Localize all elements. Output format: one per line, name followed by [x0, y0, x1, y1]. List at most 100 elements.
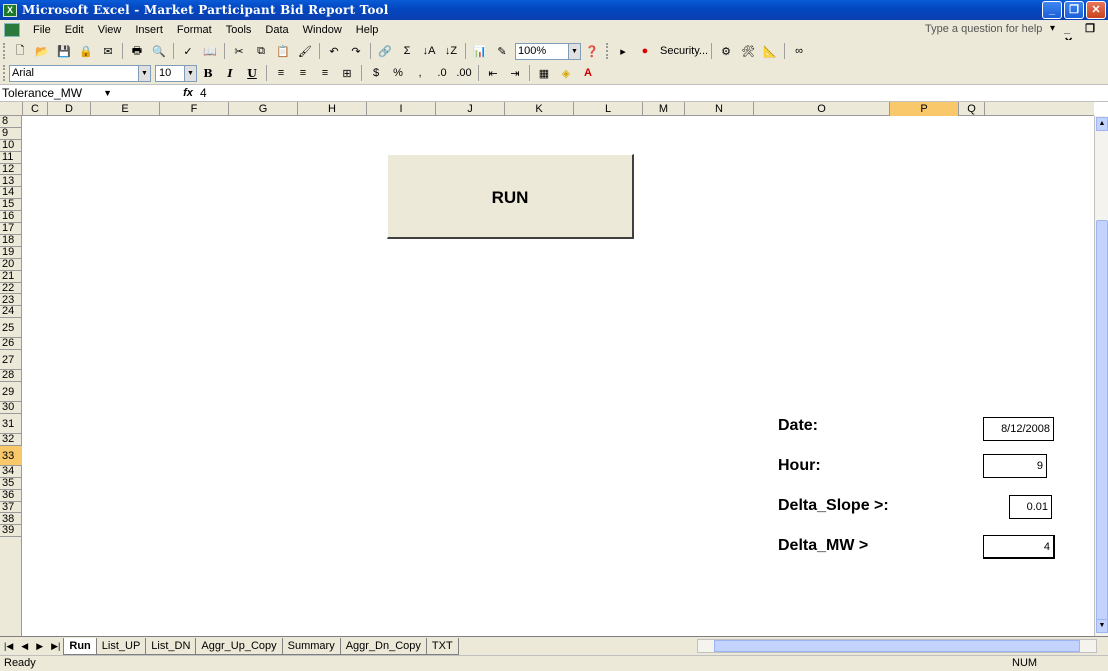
column-header[interactable]: M	[643, 102, 685, 116]
cut-icon[interactable]: ✂	[230, 43, 248, 59]
column-header[interactable]: Q	[959, 102, 985, 116]
menu-file[interactable]: File	[26, 24, 58, 36]
comma-style-icon[interactable]: ,	[411, 65, 429, 81]
row-header[interactable]: 9	[0, 127, 22, 140]
spelling-icon[interactable]: ✓	[179, 43, 197, 59]
toolbar-grip[interactable]	[606, 43, 609, 59]
restore-button[interactable]: ❐	[1064, 1, 1084, 19]
column-header[interactable]: J	[436, 102, 505, 116]
merge-center-icon[interactable]: ⊞	[338, 65, 356, 81]
visual-basic-icon[interactable]: ⚙	[717, 43, 735, 59]
permission-icon[interactable]: 🔒	[77, 43, 95, 59]
close-button[interactable]: ✕	[1086, 1, 1106, 19]
paste-icon[interactable]: 📋	[274, 43, 292, 59]
column-header[interactable]: P	[890, 102, 959, 116]
row-header[interactable]: 11	[0, 151, 22, 164]
format-painter-icon[interactable]: 🖌	[296, 43, 314, 59]
redo-icon[interactable]: ↷	[347, 43, 365, 59]
column-header[interactable]: K	[505, 102, 574, 116]
design-mode-icon[interactable]: 📐	[761, 43, 779, 59]
row-header[interactable]: 30	[0, 401, 22, 414]
menu-window[interactable]: Window	[296, 24, 349, 36]
column-header[interactable]: G	[229, 102, 298, 116]
row-header[interactable]: 10	[0, 139, 22, 152]
column-header[interactable]: E	[91, 102, 160, 116]
open-icon[interactable]: 📂	[33, 43, 51, 59]
row-header[interactable]: 32	[0, 433, 22, 446]
first-sheet-icon[interactable]: |◀	[0, 641, 17, 652]
font-size-select[interactable]: 10	[155, 64, 185, 82]
formula-input[interactable]: 4	[200, 86, 207, 100]
row-header[interactable]: 22	[0, 282, 22, 295]
column-header[interactable]: I	[367, 102, 436, 116]
row-header[interactable]: 27	[0, 350, 22, 371]
toolbar-grip[interactable]	[3, 65, 6, 81]
align-left-icon[interactable]: ≡	[272, 65, 290, 81]
tab-aggr-up-copy[interactable]: Aggr_Up_Copy	[195, 637, 283, 655]
name-box-dropdown-icon[interactable]: ▼	[103, 85, 112, 101]
next-sheet-icon[interactable]: ▶	[32, 641, 47, 652]
font-color-icon[interactable]: A	[579, 65, 597, 81]
tab-run[interactable]: Run	[63, 637, 97, 655]
menu-insert[interactable]: Insert	[128, 24, 170, 36]
row-header[interactable]: 31	[0, 414, 22, 434]
row-header[interactable]: 21	[0, 270, 22, 283]
row-header[interactable]: 20	[0, 258, 22, 271]
hyperlink-icon[interactable]: 🔗	[376, 43, 394, 59]
tab-aggr-dn-copy[interactable]: Aggr_Dn_Copy	[339, 637, 427, 655]
sort-ascending-icon[interactable]: ↓A	[420, 43, 438, 59]
insert-function-icon[interactable]: fx	[176, 87, 200, 99]
select-all-corner[interactable]	[0, 102, 23, 116]
delta-mw-field[interactable]: 4	[983, 535, 1055, 559]
underline-icon[interactable]: U	[243, 65, 261, 81]
font-size-dropdown-icon[interactable]: ▼	[185, 64, 197, 82]
workbook-icon[interactable]	[4, 23, 20, 37]
hour-field[interactable]: 9	[983, 454, 1047, 478]
run-button[interactable]: RUN	[387, 154, 634, 239]
autosum-icon[interactable]: Σ	[398, 43, 416, 59]
run-macro-icon[interactable]: ▸	[614, 43, 632, 59]
help-icon[interactable]: ❓	[583, 43, 601, 59]
zoom-dropdown-icon[interactable]: ▼	[569, 42, 581, 60]
scroll-down-icon[interactable]: ▼	[1096, 619, 1108, 633]
font-select[interactable]: Arial	[9, 64, 139, 82]
decrease-decimal-icon[interactable]: .00	[455, 65, 473, 81]
increase-indent-icon[interactable]: ⇥	[506, 65, 524, 81]
menu-help[interactable]: Help	[349, 24, 386, 36]
vertical-scroll-thumb[interactable]	[1096, 220, 1108, 628]
tab-list-dn[interactable]: List_DN	[145, 637, 197, 655]
record-macro-icon[interactable]: ●	[636, 43, 654, 59]
row-header[interactable]: 36	[0, 489, 22, 502]
row-header[interactable]: 12	[0, 163, 22, 176]
bold-icon[interactable]: B	[199, 65, 217, 81]
horizontal-scrollbar[interactable]	[697, 639, 1097, 653]
save-icon[interactable]: 💾	[55, 43, 73, 59]
menu-format[interactable]: Format	[170, 24, 219, 36]
vertical-scrollbar[interactable]: ▲ ▼	[1094, 116, 1108, 636]
decrease-indent-icon[interactable]: ⇤	[484, 65, 502, 81]
column-header[interactable]: N	[685, 102, 754, 116]
last-sheet-icon[interactable]: ▶|	[47, 641, 64, 652]
column-header[interactable]: H	[298, 102, 367, 116]
increase-decimal-icon[interactable]: .0	[433, 65, 451, 81]
drawing-icon[interactable]: ✎	[493, 43, 511, 59]
tab-txt[interactable]: TXT	[425, 637, 459, 655]
minimize-button[interactable]: _	[1042, 1, 1062, 19]
name-box[interactable]: Tolerance_MW ▼	[0, 85, 118, 101]
print-preview-icon[interactable]: 🔍	[150, 43, 168, 59]
italic-icon[interactable]: I	[221, 65, 239, 81]
zoom-select[interactable]: 100%	[515, 42, 569, 60]
menu-data[interactable]: Data	[258, 24, 295, 36]
help-search-input[interactable]: Type a question for help	[925, 23, 1042, 35]
toolbar-grip[interactable]	[3, 43, 6, 59]
scroll-up-icon[interactable]: ▲	[1096, 117, 1108, 131]
undo-icon[interactable]: ↶	[325, 43, 343, 59]
column-header[interactable]: F	[160, 102, 229, 116]
fill-color-icon[interactable]: ◈	[557, 65, 575, 81]
row-header[interactable]: 37	[0, 501, 22, 514]
horizontal-scroll-thumb[interactable]	[714, 640, 1080, 652]
print-icon[interactable]: 🖶	[128, 43, 146, 59]
column-header[interactable]: O	[754, 102, 890, 116]
align-center-icon[interactable]: ≡	[294, 65, 312, 81]
row-header[interactable]: 24	[0, 305, 22, 319]
